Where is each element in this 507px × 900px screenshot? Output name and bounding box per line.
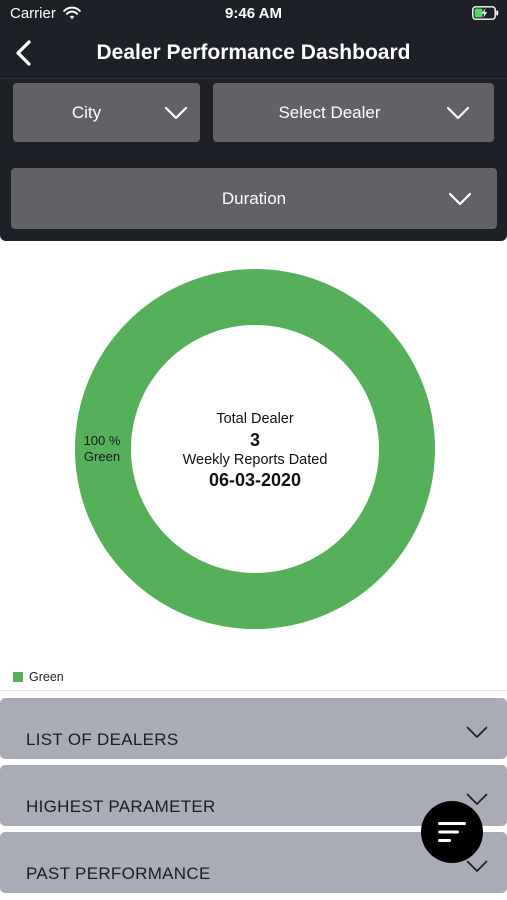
chart-divider: [0, 690, 507, 691]
duration-dropdown[interactable]: Duration: [11, 168, 497, 229]
report-date: 06-03-2020: [208, 470, 302, 490]
dealer-dropdown[interactable]: Select Dealer: [213, 83, 494, 142]
legend-swatch: [13, 672, 23, 682]
legend-label: Green: [29, 670, 64, 684]
donut-center-text: Total Dealer 3 Weekly Reports Dated 06-0…: [125, 410, 385, 491]
total-dealer-count: 3: [249, 430, 260, 450]
city-dropdown-label: City: [71, 102, 102, 122]
chevron-down-icon: [466, 793, 488, 805]
dealer-dropdown-label: Select Dealer: [278, 102, 381, 122]
status-bar: Carrier 9:46 AM: [0, 0, 507, 28]
section-title: LIST OF DEALERS: [26, 730, 179, 749]
clock: 9:46 AM: [225, 5, 282, 22]
slice-name: Green: [83, 449, 121, 464]
slice-label: 100 % Green: [79, 433, 125, 465]
chevron-left-icon: [16, 40, 31, 66]
duration-dropdown-label: Duration: [221, 188, 287, 208]
top-panel: Carrier 9:46 AM Dealer Performance Dashb…: [0, 0, 507, 241]
battery-charging-icon: [472, 6, 499, 20]
back-button[interactable]: [12, 38, 38, 68]
slice-percent: 100 %: [83, 433, 121, 448]
sort-lines-icon: [438, 822, 466, 842]
chevron-down-icon: [466, 726, 488, 738]
chevron-down-icon: [164, 106, 188, 119]
navigation-bar: Dealer Performance Dashboard: [0, 30, 507, 76]
sort-button[interactable]: [421, 801, 483, 863]
chevron-down-icon: [448, 192, 472, 205]
section-title: HIGHEST PARAMETER: [26, 797, 216, 816]
page-title: Dealer Performance Dashboard: [96, 41, 411, 64]
weekly-reports-label: Weekly Reports Dated: [182, 452, 328, 468]
city-dropdown[interactable]: City: [13, 83, 200, 142]
chevron-down-icon: [466, 860, 488, 872]
dealer-status-chart: 100 % Green Total Dealer 3 Weekly Report…: [0, 245, 507, 691]
list-of-dealers-section[interactable]: LIST OF DEALERS: [0, 698, 507, 759]
chevron-down-icon: [446, 106, 470, 119]
nav-divider: [0, 78, 507, 79]
section-title: PAST PERFORMANCE: [26, 864, 211, 883]
total-dealer-label: Total Dealer: [216, 411, 294, 427]
